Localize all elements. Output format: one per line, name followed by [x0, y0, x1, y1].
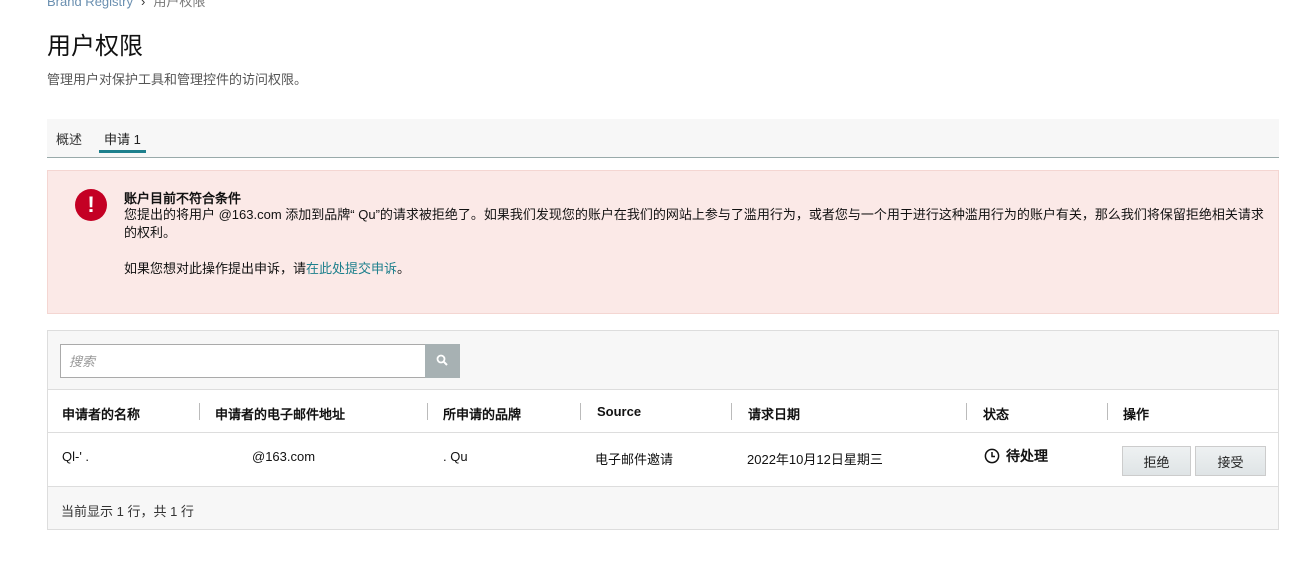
search-button[interactable]: [425, 344, 460, 378]
tab-overview[interactable]: 概述: [56, 129, 82, 148]
status-label: 待处理: [1006, 448, 1048, 464]
cell-applicant-name: Ql-' .: [62, 449, 90, 464]
search-input[interactable]: [60, 344, 426, 378]
cell-source: 电子邮件邀请: [595, 452, 674, 467]
alert-body: 您提出的将用户 @163.com 添加到品牌“ Qu”的请求被拒绝了。如果我们发…: [124, 207, 1264, 240]
column-divider: [731, 403, 732, 420]
clock-icon: [984, 448, 1000, 464]
column-header-actions: 操作: [1123, 407, 1150, 422]
breadcrumb: Brand Registry › 用户权限: [47, 0, 205, 10]
column-divider: [1107, 403, 1108, 420]
search-icon: [436, 354, 448, 366]
column-header-name[interactable]: 申请者的名称: [62, 404, 140, 423]
column-divider: [199, 403, 200, 420]
page-subtitle: 管理用户对保护工具和管理控件的访问权限。: [47, 72, 308, 87]
tabs-bar: 概述 申请 1: [47, 119, 1279, 158]
pagination-summary: 当前显示 1 行，共 1 行: [61, 504, 194, 519]
column-divider: [427, 403, 428, 420]
ineligible-alert: ! 账户目前不符合条件 您提出的将用户 @163.com 添加到品牌“ Qu”的…: [47, 170, 1279, 314]
cell-brand: . Qu: [443, 449, 468, 464]
alert-title: 账户目前不符合条件: [124, 191, 242, 206]
cell-request-date: 2022年10月12日星期三: [747, 452, 883, 467]
tab-requests[interactable]: 申请 1: [104, 129, 141, 148]
table-header: 申请者的名称 申请者的电子邮件地址 所申请的品牌 Source 请求日期 状态 …: [48, 389, 1278, 433]
column-header-brand[interactable]: 所申请的品牌: [443, 404, 521, 423]
submit-appeal-link[interactable]: 在此处提交申诉: [306, 261, 397, 276]
column-header-date[interactable]: 请求日期: [748, 404, 800, 423]
exclamation-icon: !: [75, 189, 107, 221]
breadcrumb-current: 用户权限: [153, 0, 206, 9]
active-tab-indicator: [99, 150, 146, 153]
appeal-suffix: 。: [397, 261, 411, 276]
column-header-email[interactable]: 申请者的电子邮件地址: [215, 404, 345, 423]
breadcrumb-brand-registry-link[interactable]: Brand Registry: [47, 0, 133, 9]
requests-table: 申请者的名称 申请者的电子邮件地址 所申请的品牌 Source 请求日期 状态 …: [48, 389, 1278, 487]
appeal-prefix: 如果您想对此操作提出申诉，请: [124, 261, 307, 276]
column-header-source[interactable]: Source: [597, 404, 641, 419]
alert-appeal-text: 如果您想对此操作提出申诉，请在此处提交申诉。: [124, 258, 410, 277]
cell-applicant-email: @163.com: [252, 449, 316, 464]
requests-panel: 申请者的名称 申请者的电子邮件地址 所申请的品牌 Source 请求日期 状态 …: [47, 330, 1279, 530]
table-row: Ql-' . @163.com . Qu 电子邮件邀请 2022年10月12日星…: [48, 433, 1278, 487]
column-header-status[interactable]: 状态: [983, 404, 1009, 423]
column-divider: [580, 403, 581, 420]
reject-button[interactable]: 拒绝: [1122, 446, 1191, 476]
column-divider: [966, 403, 967, 420]
status-badge: 待处理: [984, 446, 1048, 466]
breadcrumb-separator: ›: [140, 0, 146, 9]
accept-button[interactable]: 接受: [1195, 446, 1266, 476]
page-title: 用户权限: [47, 33, 143, 60]
